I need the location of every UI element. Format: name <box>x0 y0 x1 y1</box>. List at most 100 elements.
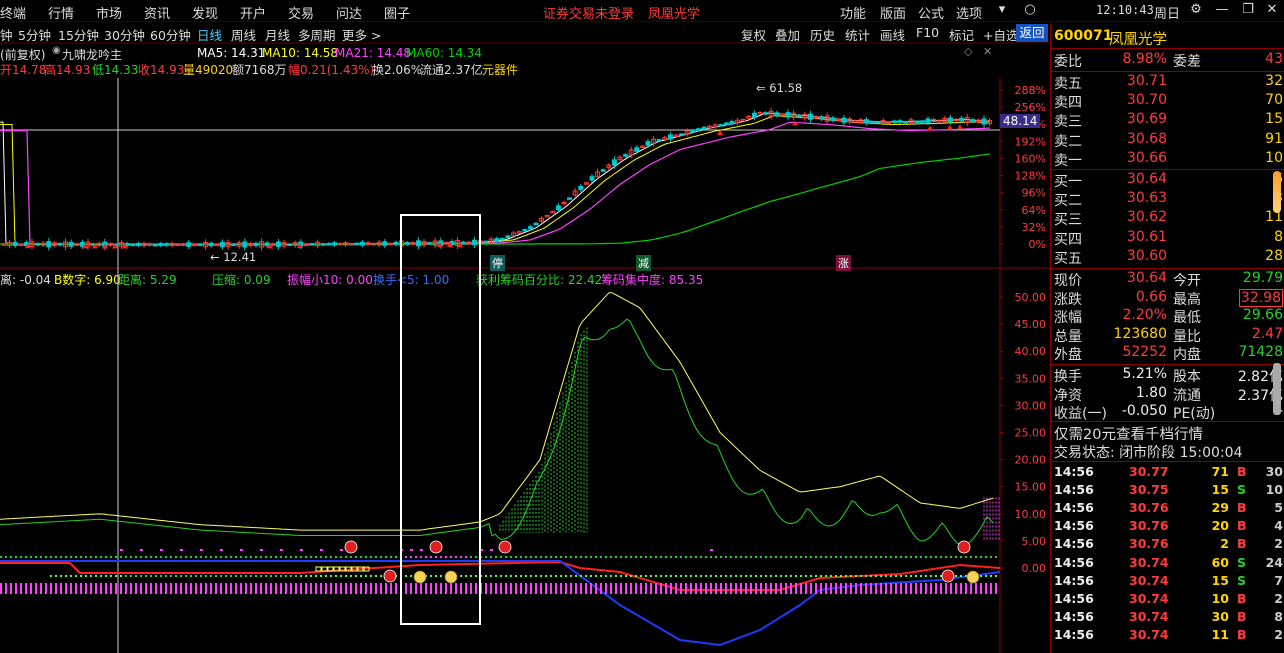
sub-dot-row1 <box>320 556 322 558</box>
sub-dot-row2 <box>275 575 277 577</box>
sub-dot-row2 <box>810 575 812 577</box>
ask-row-5[interactable]: 卖五 30.71 32 <box>1051 73 1284 92</box>
sub-dot-row1 <box>790 556 792 558</box>
stat2-row-1: 净资 1.80 流通 2.37亿 <box>1051 385 1284 404</box>
sub-dot-row2 <box>185 575 187 577</box>
marker-rise: 涨 <box>836 255 851 271</box>
promo-text[interactable]: 仅需20元查看千档行情 <box>1054 423 1203 444</box>
ask-row-1[interactable]: 卖一 30.66 10 <box>1051 150 1284 169</box>
sub-magenta-bar <box>305 583 307 594</box>
sub-dot-row1 <box>725 556 727 558</box>
tick-time: 14:56 <box>1054 608 1094 624</box>
ask-row-3[interactable]: 卖三 30.69 15 <box>1051 111 1284 130</box>
close-icon[interactable]: ✕ <box>1264 2 1280 18</box>
sub-dot-row1 <box>540 556 542 558</box>
candle-body <box>807 113 813 120</box>
sub-dot-row2 <box>930 575 932 577</box>
sub-magenta-bar <box>650 583 652 594</box>
bid-row-4[interactable]: 买四 30.61 8 <box>1051 229 1284 248</box>
promo-row[interactable]: 仅需20元查看千档行情 <box>1051 423 1284 444</box>
sub-dot-row1 <box>760 556 762 558</box>
ask-row-4[interactable]: 卖四 30.70 70 <box>1051 92 1284 111</box>
sub-magenta-bar <box>460 583 462 594</box>
sub-dot-row2 <box>705 575 707 577</box>
restore-icon[interactable]: ❐ <box>1240 2 1256 18</box>
sub-magenta-dot <box>120 549 123 551</box>
candle-body <box>527 226 533 230</box>
bid-row-1[interactable]: 买一30.646 <box>1051 171 1284 190</box>
sub-dot-row2 <box>585 575 587 577</box>
sub-dot-row2 <box>695 575 697 577</box>
bid-row-2[interactable]: 买二30.633 <box>1051 190 1284 209</box>
sub-dot-row2 <box>200 575 202 577</box>
sub-dot-row2 <box>225 575 227 577</box>
stat-row-1-label1: 涨跌 <box>1054 291 1082 308</box>
stat2-row-1-value1: 1.80 <box>1135 384 1167 401</box>
candle-body <box>152 243 158 247</box>
sub-dot-row2 <box>955 575 957 577</box>
main-y-tick: 0% <box>1029 238 1046 251</box>
sub-dot-row1 <box>460 556 462 558</box>
sub-magenta-bar <box>600 583 602 594</box>
stat-row-3-label1: 总量 <box>1054 328 1082 345</box>
candle-body <box>219 241 225 248</box>
sub-dot-row1 <box>30 556 32 558</box>
sub-dot-row1 <box>125 556 127 558</box>
ask-row-2[interactable]: 卖二 30.68 91 <box>1051 131 1284 150</box>
stats-scroll-thumb[interactable] <box>1273 363 1281 415</box>
tick-time: 14:56 <box>1054 572 1094 588</box>
sub-dot-row2 <box>120 575 122 577</box>
sub-dot-row2 <box>90 575 92 577</box>
sub-magenta-bar <box>870 583 872 594</box>
sub-dot-row1 <box>210 556 212 558</box>
sub-dot-row2 <box>305 575 307 577</box>
sub-magenta-dot <box>300 549 303 551</box>
tick-volume: 29 <box>1211 500 1229 516</box>
sub-magenta-bar <box>955 583 957 594</box>
candle-body <box>914 120 920 124</box>
sub-magenta-bar <box>320 583 322 594</box>
sub-magenta-bar <box>470 583 472 594</box>
sub-magenta-dot <box>220 549 223 551</box>
bid-row-5[interactable]: 买五 30.60 28 <box>1051 248 1284 267</box>
sub-magenta-bar <box>710 583 712 594</box>
minimize-icon[interactable]: — <box>1214 2 1230 18</box>
sub-dot-row2 <box>195 575 197 577</box>
settings-icon[interactable]: ⚙ <box>1188 2 1204 18</box>
sub-y-tick: 20.00 <box>1015 454 1047 467</box>
sub-dot-row2 <box>320 575 322 577</box>
bid-row-3[interactable]: 买三 30.62 11 <box>1051 209 1284 228</box>
bid-scroll-thumb[interactable] <box>1273 171 1281 213</box>
sub-dot-row2 <box>600 575 602 577</box>
sub-magenta-bar <box>355 583 357 594</box>
weekday: 周日 <box>1154 7 1181 22</box>
sub-magenta-bar <box>160 583 162 594</box>
sub-dot-row1 <box>920 556 922 558</box>
sub-magenta-bar <box>300 583 302 594</box>
sub-dot-row2 <box>410 575 412 577</box>
candle-body <box>354 242 360 246</box>
sub-dot-row2 <box>745 575 747 577</box>
sub-magenta-bar <box>265 583 267 594</box>
sub-magenta-bar <box>500 583 502 594</box>
sub-dot-row2 <box>105 575 107 577</box>
sub-dot-row1 <box>265 556 267 558</box>
sub-dot-row1 <box>25 556 27 558</box>
ma5-line <box>0 112 991 245</box>
stat-row-1-label2: 最高 <box>1173 291 1201 308</box>
sub-magenta-dot <box>410 549 413 551</box>
stat-row-4-label2: 内盘 <box>1173 347 1201 364</box>
tick-row: 14:56 30.74 15 S 7 <box>1051 573 1284 591</box>
kline-chart[interactable]: 288%256%224%192%160%128%96%64%32%0% 50.0… <box>0 0 1050 653</box>
sub-dot-row2 <box>755 575 757 577</box>
sub-magenta-bar <box>985 583 987 594</box>
sub-magenta-bar <box>770 583 772 594</box>
sub-magenta-dot <box>340 549 343 551</box>
sub-dot-row1 <box>965 556 967 558</box>
sub-y-tick: 35.00 <box>1015 372 1047 385</box>
low-price-text: 12.41 <box>223 250 257 264</box>
sub-magenta-bar <box>700 583 702 594</box>
sub-dot-row2 <box>280 575 282 577</box>
stat-row-3-value1: 123680 <box>1113 325 1167 342</box>
sub-dot-row2 <box>295 575 297 577</box>
